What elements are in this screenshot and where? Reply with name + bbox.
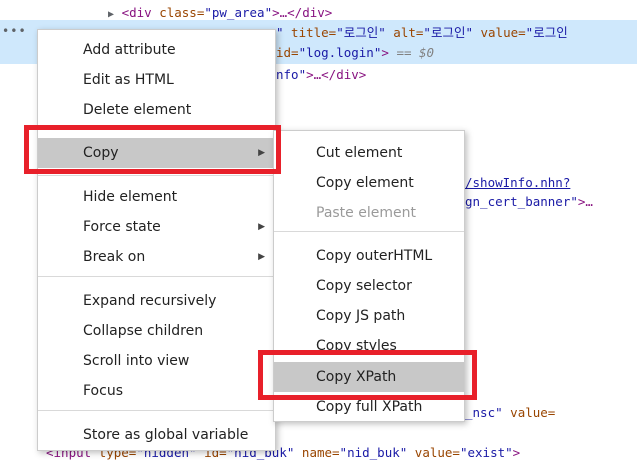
code-line-info[interactable]: nfo">…</div> [276,66,366,84]
code-line-login-button[interactable]: " title="로그인" alt="로그인" value="로그인 [276,24,568,42]
code-line-showinfo[interactable]: /showInfo.nhn? [465,174,570,192]
menu-item-delete-element[interactable]: Delete element [38,95,275,125]
submenu-item-paste-element: Paste element [316,205,416,221]
menu-item-force-state-label: Force state [83,219,161,235]
submenu-item-cut-element[interactable]: Cut element [274,138,464,168]
more-options-icon[interactable]: ••• [2,24,27,38]
menu-separator [38,276,275,277]
expand-triangle-icon[interactable]: ▶ [108,9,114,20]
menu-item-store-as-global-variable[interactable]: Store as global variable [38,420,275,450]
submenu-item-copy-selector[interactable]: Copy selector [274,271,464,301]
element-context-menu: Add attribute Edit as HTML Delete elemen… [37,29,276,451]
submenu-item-copy-js-path[interactable]: Copy JS path [274,301,464,331]
menu-item-edit-as-html[interactable]: Edit as HTML [38,65,275,95]
menu-separator [38,175,275,176]
submenu-item-copy-element[interactable]: Copy element [274,168,464,198]
code-line-login-id[interactable]: id="log.login"> == $0 [276,44,434,62]
submenu-arrow-icon: ▶ [258,252,265,262]
menu-separator [274,231,464,232]
menu-item-hide-element[interactable]: Hide element [38,182,275,212]
menu-item-collapse-children[interactable]: Collapse children [38,316,275,346]
submenu-arrow-icon: ▶ [258,222,265,232]
menu-item-expand-recursively[interactable]: Expand recursively [38,286,275,316]
code-line-pw-area[interactable]: ▶ <div class="pw_area">…</div> [108,4,332,24]
code-line-nsc[interactable]: _nsc" value= [465,404,555,422]
menu-separator [38,410,275,411]
menu-item-break-on[interactable]: Break on ▶ [38,242,275,272]
menu-item-add-attribute[interactable]: Add attribute [38,35,275,65]
menu-item-focus[interactable]: Focus [38,376,275,406]
copy-xpath-highlight-box [258,350,477,400]
submenu-item-copy-outerhtml[interactable]: Copy outerHTML [274,241,464,271]
menu-item-force-state[interactable]: Force state ▶ [38,212,275,242]
menu-item-break-on-label: Break on [83,249,146,265]
code-line-cert-banner[interactable]: gn_cert_banner">… [465,193,593,211]
copy-highlight-box [24,125,281,174]
menu-item-scroll-into-view[interactable]: Scroll into view [38,346,275,376]
